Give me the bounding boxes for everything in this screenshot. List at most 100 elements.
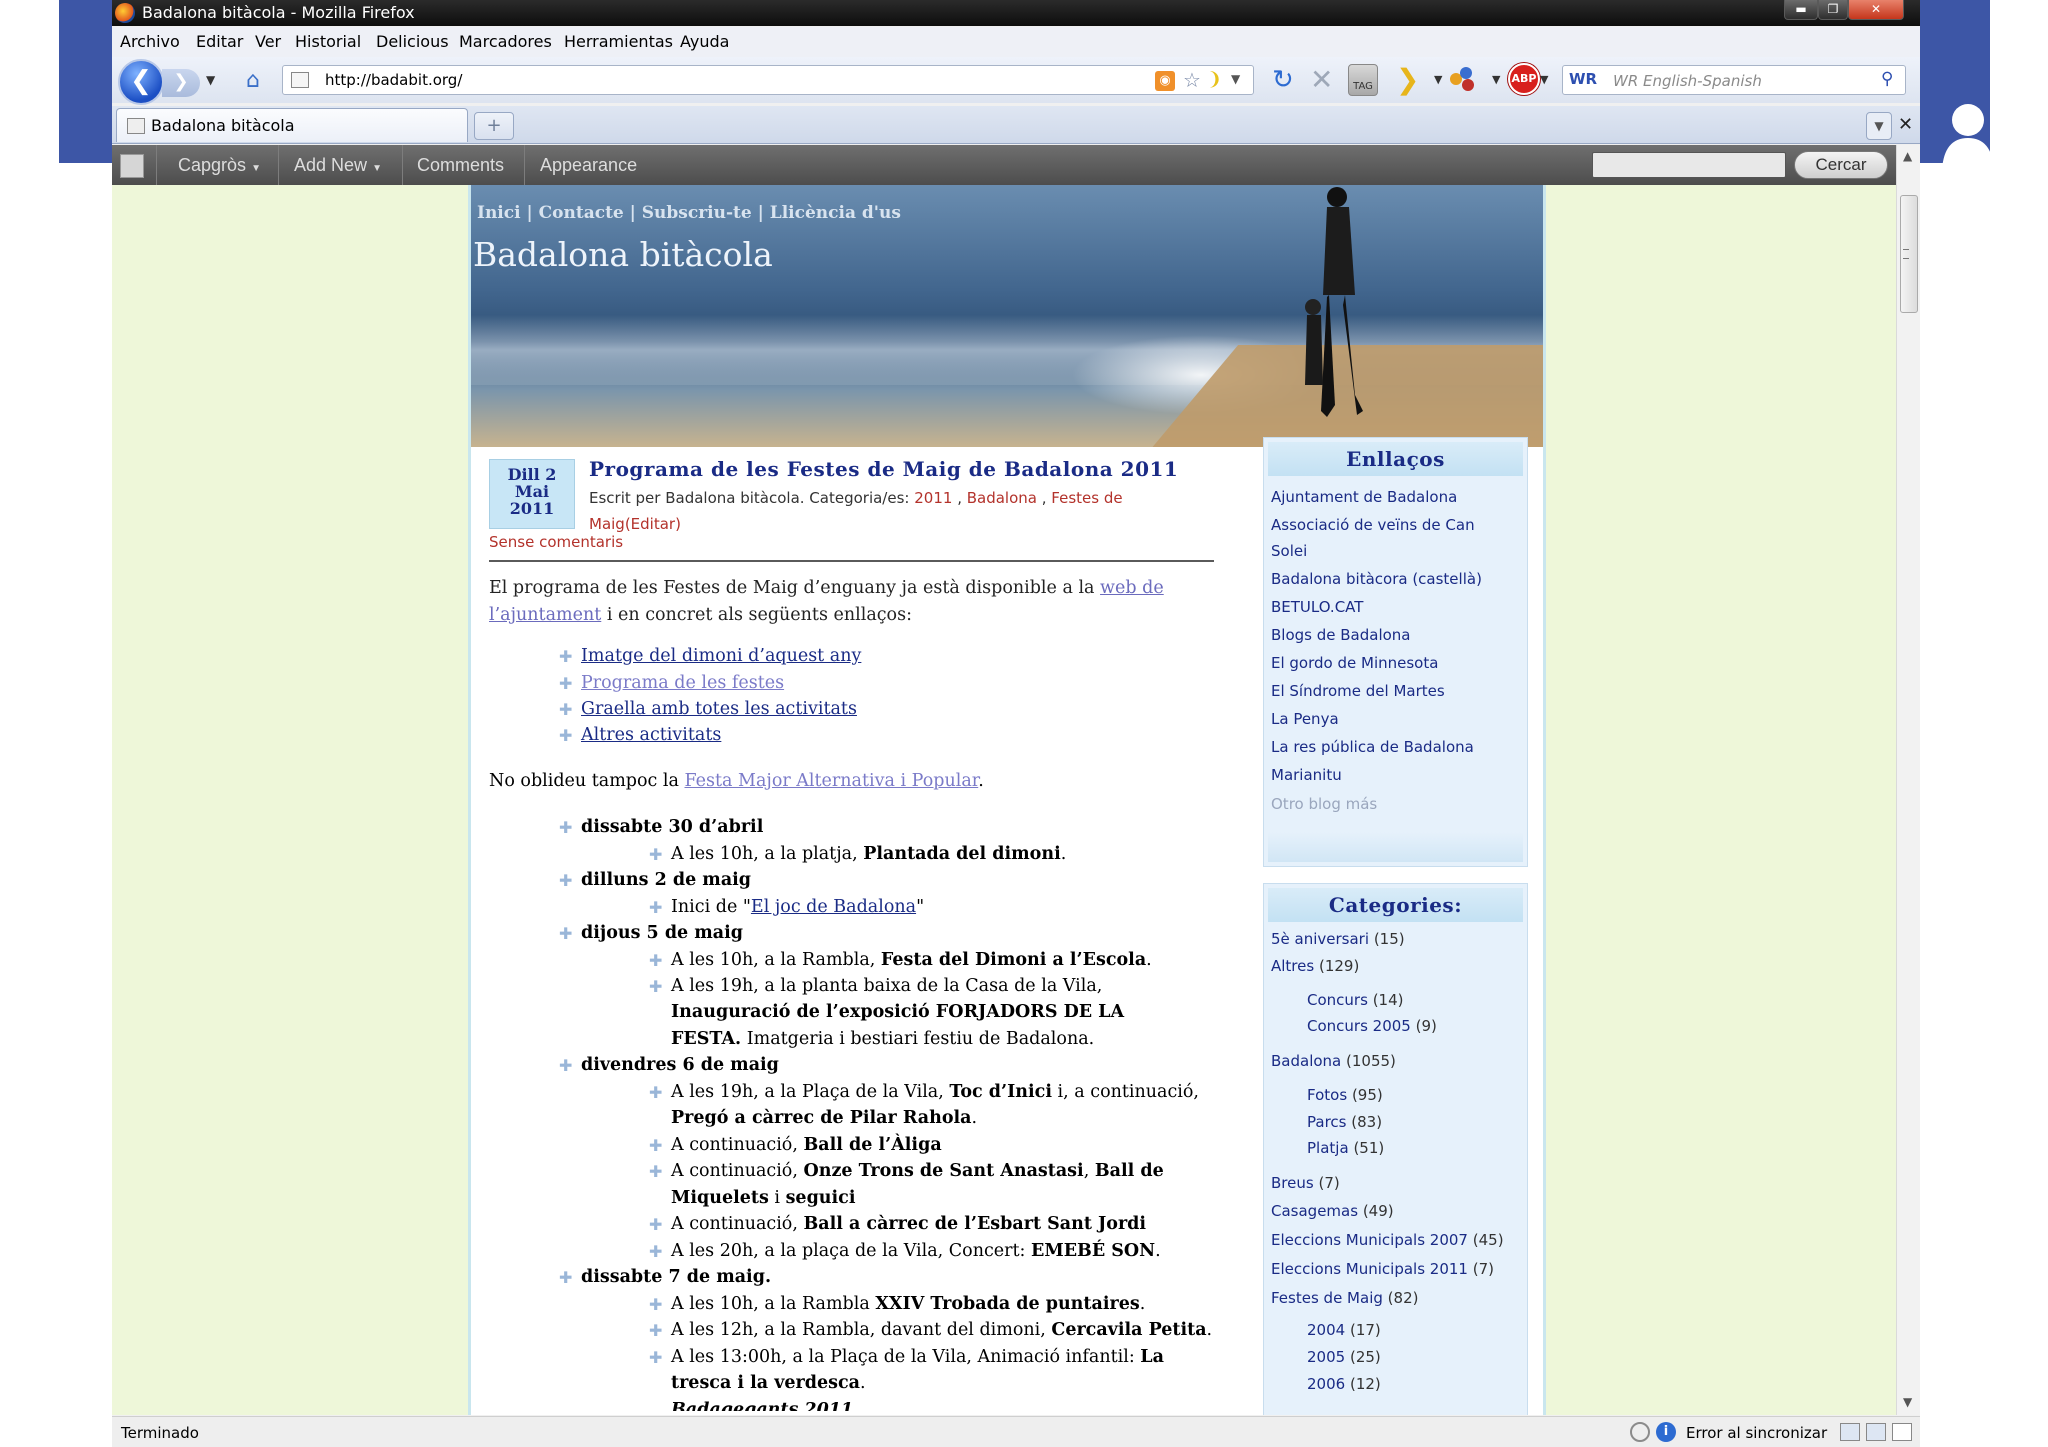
admin-menu-appearance[interactable]: Appearance bbox=[540, 155, 637, 176]
delicious-dropdown-icon[interactable]: ▼ bbox=[1434, 73, 1442, 86]
forward-button[interactable]: ❯ bbox=[162, 69, 200, 97]
mail-icon[interactable] bbox=[1892, 1423, 1912, 1441]
tag-button[interactable]: TAG bbox=[1348, 64, 1378, 96]
category-name[interactable]: Fotos bbox=[1307, 1086, 1347, 1104]
link-graella-activitats[interactable]: Graella amb totes les activitats bbox=[581, 699, 857, 719]
bookmark-star-icon[interactable]: ☆ bbox=[1183, 68, 1201, 92]
addon-circles-icon[interactable] bbox=[1450, 67, 1478, 93]
adblock-plus-button[interactable]: ABP bbox=[1508, 63, 1540, 95]
category-item[interactable]: Parcs (83) bbox=[1307, 1113, 1382, 1131]
menu-historial[interactable]: Historial bbox=[295, 32, 361, 51]
delicious-tag-icon[interactable]: ❩ bbox=[1207, 69, 1222, 90]
close-window-button[interactable]: ✕ bbox=[1848, 0, 1904, 20]
link-programa-festes[interactable]: Programa de les festes bbox=[581, 673, 784, 693]
sidebar-link[interactable]: Badalona bitàcora (castellà) bbox=[1271, 570, 1482, 588]
scroll-down-icon[interactable]: ▼ bbox=[1903, 1395, 1912, 1409]
category-item[interactable]: Eleccions Municipals 2007 (45) bbox=[1271, 1231, 1504, 1249]
category-item[interactable]: Festes de Maig (82) bbox=[1271, 1289, 1418, 1307]
grid-icon[interactable] bbox=[1866, 1423, 1886, 1441]
edit-post-link[interactable]: (Editar) bbox=[625, 515, 681, 533]
category-name[interactable]: 2004 bbox=[1307, 1321, 1345, 1339]
scroll-up-icon[interactable]: ▲ bbox=[1903, 149, 1912, 163]
sidebar-link[interactable]: Associació de veïns de Can bbox=[1271, 516, 1475, 534]
post-title[interactable]: Programa de les Festes de Maig de Badalo… bbox=[589, 457, 1178, 481]
category-name[interactable]: Eleccions Municipals 2011 bbox=[1271, 1260, 1468, 1278]
search-bar[interactable]: WR WR English-Spanish ⚲ bbox=[1562, 65, 1906, 95]
comments-link[interactable]: Sense comentaris bbox=[489, 533, 623, 551]
link-imatge-dimoni[interactable]: Imatge del dimoni d’aquest any bbox=[581, 646, 861, 666]
admin-search-button[interactable]: Cercar bbox=[1794, 151, 1888, 179]
sidebar-link[interactable]: Solei bbox=[1271, 542, 1307, 560]
tab-badalona[interactable]: Badalona bitàcola bbox=[116, 108, 468, 142]
festa-major-alternativa-link[interactable]: Festa Major Alternativa i Popular bbox=[685, 771, 979, 791]
menu-editar[interactable]: Editar bbox=[196, 32, 243, 51]
category-item[interactable]: Concurs (14) bbox=[1307, 991, 1403, 1009]
category-name[interactable]: Breus bbox=[1271, 1174, 1314, 1192]
reload-icon[interactable]: ↻ bbox=[1272, 65, 1294, 95]
address-bar[interactable]: http://badabit.org/ ◉ ☆ ❩ ▼ bbox=[282, 65, 1254, 95]
category-name[interactable]: Platja bbox=[1307, 1139, 1349, 1157]
close-tab-icon[interactable]: ✕ bbox=[1898, 114, 1913, 135]
search-engine-icon[interactable]: WR bbox=[1569, 70, 1597, 88]
link-altres-activitats[interactable]: Altres activitats bbox=[581, 725, 721, 745]
category-item[interactable]: Fotos (95) bbox=[1307, 1086, 1383, 1104]
category-name[interactable]: 2006 bbox=[1307, 1375, 1345, 1393]
menu-ver[interactable]: Ver bbox=[255, 32, 281, 51]
category-name[interactable]: 2005 bbox=[1307, 1348, 1345, 1366]
category-name[interactable]: Badalona bbox=[1271, 1052, 1341, 1070]
sidebar-link[interactable]: El Síndrome del Martes bbox=[1271, 682, 1445, 700]
menu-delicious[interactable]: Delicious bbox=[376, 32, 449, 51]
new-tab-button[interactable]: + bbox=[474, 112, 514, 140]
category-name[interactable]: Concurs 2005 bbox=[1307, 1017, 1411, 1035]
info-icon[interactable]: i bbox=[1656, 1422, 1676, 1442]
sidebar-link[interactable]: La res pública de Badalona bbox=[1271, 738, 1474, 756]
adblock-dropdown-icon[interactable]: ▼ bbox=[1540, 73, 1548, 86]
search-input[interactable]: WR English-Spanish bbox=[1613, 72, 1762, 90]
sidebar-link[interactable]: El gordo de Minnesota bbox=[1271, 654, 1438, 672]
admin-search-input[interactable] bbox=[1592, 152, 1786, 178]
category-name[interactable]: Parcs bbox=[1307, 1113, 1346, 1131]
category-item[interactable]: Eleccions Municipals 2011 (7) bbox=[1271, 1260, 1494, 1278]
admin-menu-capgros[interactable]: Capgròs ▼ bbox=[178, 155, 261, 176]
stop-icon[interactable]: ✕ bbox=[1310, 63, 1333, 96]
addon-status-icon[interactable] bbox=[1840, 1423, 1860, 1441]
category-name[interactable]: Concurs bbox=[1307, 991, 1368, 1009]
vertical-scrollbar[interactable]: ▲ ▼ bbox=[1896, 145, 1920, 1415]
rss-feed-icon[interactable]: ◉ bbox=[1155, 71, 1175, 91]
category-item[interactable]: Casagemas (49) bbox=[1271, 1202, 1394, 1220]
category-link-badalona[interactable]: Badalona bbox=[967, 489, 1037, 507]
sidebar-link[interactable]: Marianitu bbox=[1271, 766, 1342, 784]
back-button[interactable]: ❮ bbox=[118, 59, 164, 105]
sidebar-link[interactable]: Otro blog más bbox=[1271, 795, 1377, 813]
category-item[interactable]: 2005 (25) bbox=[1307, 1348, 1381, 1366]
category-name[interactable]: Festes de Maig bbox=[1271, 1289, 1383, 1307]
category-item[interactable]: 2004 (17) bbox=[1307, 1321, 1381, 1339]
url-text[interactable]: http://badabit.org/ bbox=[325, 71, 462, 89]
category-name[interactable]: 5è aniversari bbox=[1271, 930, 1369, 948]
sidebar-link[interactable]: BETULO.CAT bbox=[1271, 598, 1363, 616]
site-title[interactable]: Badalona bitàcola bbox=[473, 235, 773, 274]
category-link-2011[interactable]: 2011 bbox=[914, 489, 952, 507]
search-magnifier-icon[interactable]: ⚲ bbox=[1881, 69, 1893, 89]
nav-link-contacte[interactable]: Contacte bbox=[539, 203, 624, 223]
nav-link-subscriu[interactable]: Subscriu-te bbox=[642, 203, 752, 223]
category-item[interactable]: Breus (7) bbox=[1271, 1174, 1340, 1192]
category-name[interactable]: Altres bbox=[1271, 957, 1314, 975]
sync-icon[interactable] bbox=[1630, 1422, 1650, 1442]
minimize-button[interactable]: ▬ bbox=[1784, 0, 1818, 20]
avatar[interactable] bbox=[120, 154, 144, 178]
menu-ayuda[interactable]: Ayuda bbox=[680, 32, 729, 51]
category-item[interactable]: Platja (51) bbox=[1307, 1139, 1384, 1157]
category-item[interactable]: 5è aniversari (15) bbox=[1271, 930, 1405, 948]
category-name[interactable]: Eleccions Municipals 2007 bbox=[1271, 1231, 1468, 1249]
maximize-button[interactable]: ❐ bbox=[1818, 0, 1848, 20]
nav-link-inici[interactable]: Inici bbox=[477, 203, 521, 223]
delicious-bookmarks-icon[interactable]: ❯ bbox=[1396, 63, 1419, 96]
tab-label[interactable]: Badalona bitàcola bbox=[151, 116, 295, 135]
nav-link-llicencia[interactable]: Llicència d'us bbox=[770, 203, 901, 223]
category-item[interactable]: Concurs 2005 (9) bbox=[1307, 1017, 1437, 1035]
category-name[interactable]: Casagemas bbox=[1271, 1202, 1358, 1220]
menu-archivo[interactable]: Archivo bbox=[120, 32, 180, 51]
sidebar-link[interactable]: Ajuntament de Badalona bbox=[1271, 488, 1457, 506]
home-button[interactable]: ⌂ bbox=[238, 67, 268, 95]
